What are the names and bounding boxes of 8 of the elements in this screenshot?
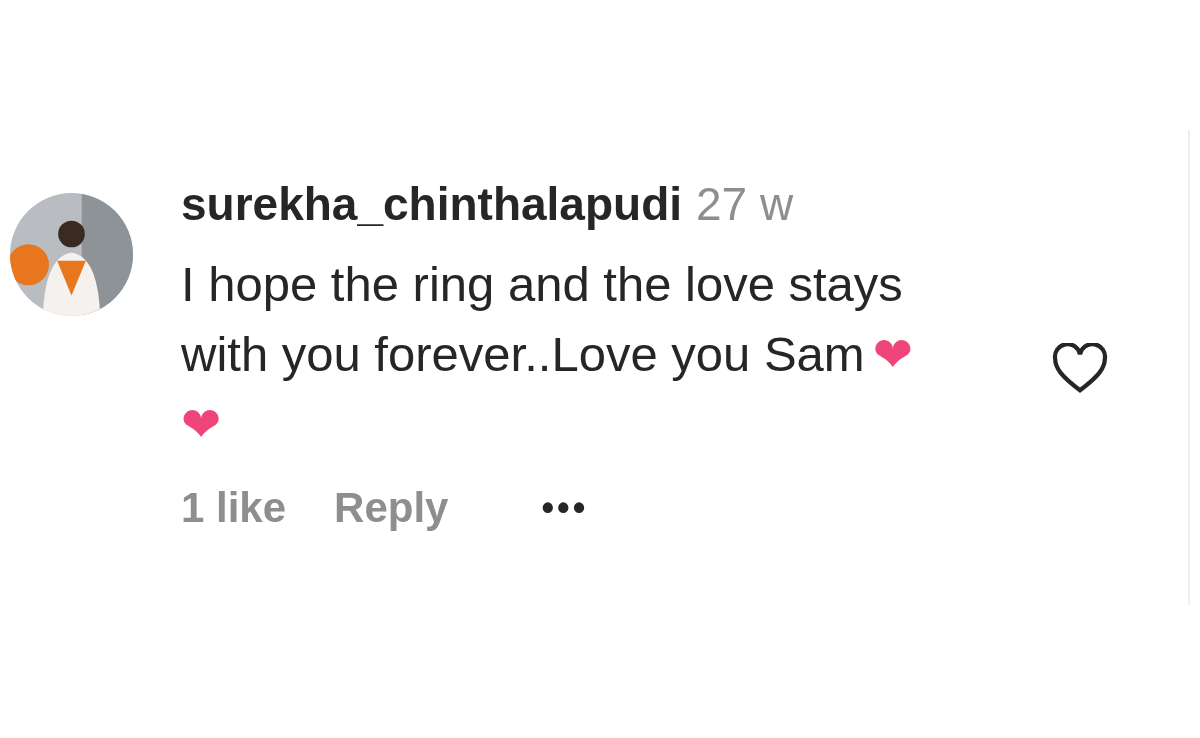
comment-text: I hope the ring and the love stays — [181, 256, 903, 312]
more-button[interactable]: ••• — [541, 484, 589, 532]
like-icon[interactable] — [1051, 343, 1109, 395]
heart-emoji: ❤ — [181, 400, 222, 448]
timestamp: 27 w — [696, 177, 794, 231]
username[interactable]: surekha_chinthalapudi — [181, 177, 682, 231]
heart-emoji: ❤ — [872, 330, 913, 378]
comment-text: with you forever..Love you Sam — [181, 326, 865, 382]
